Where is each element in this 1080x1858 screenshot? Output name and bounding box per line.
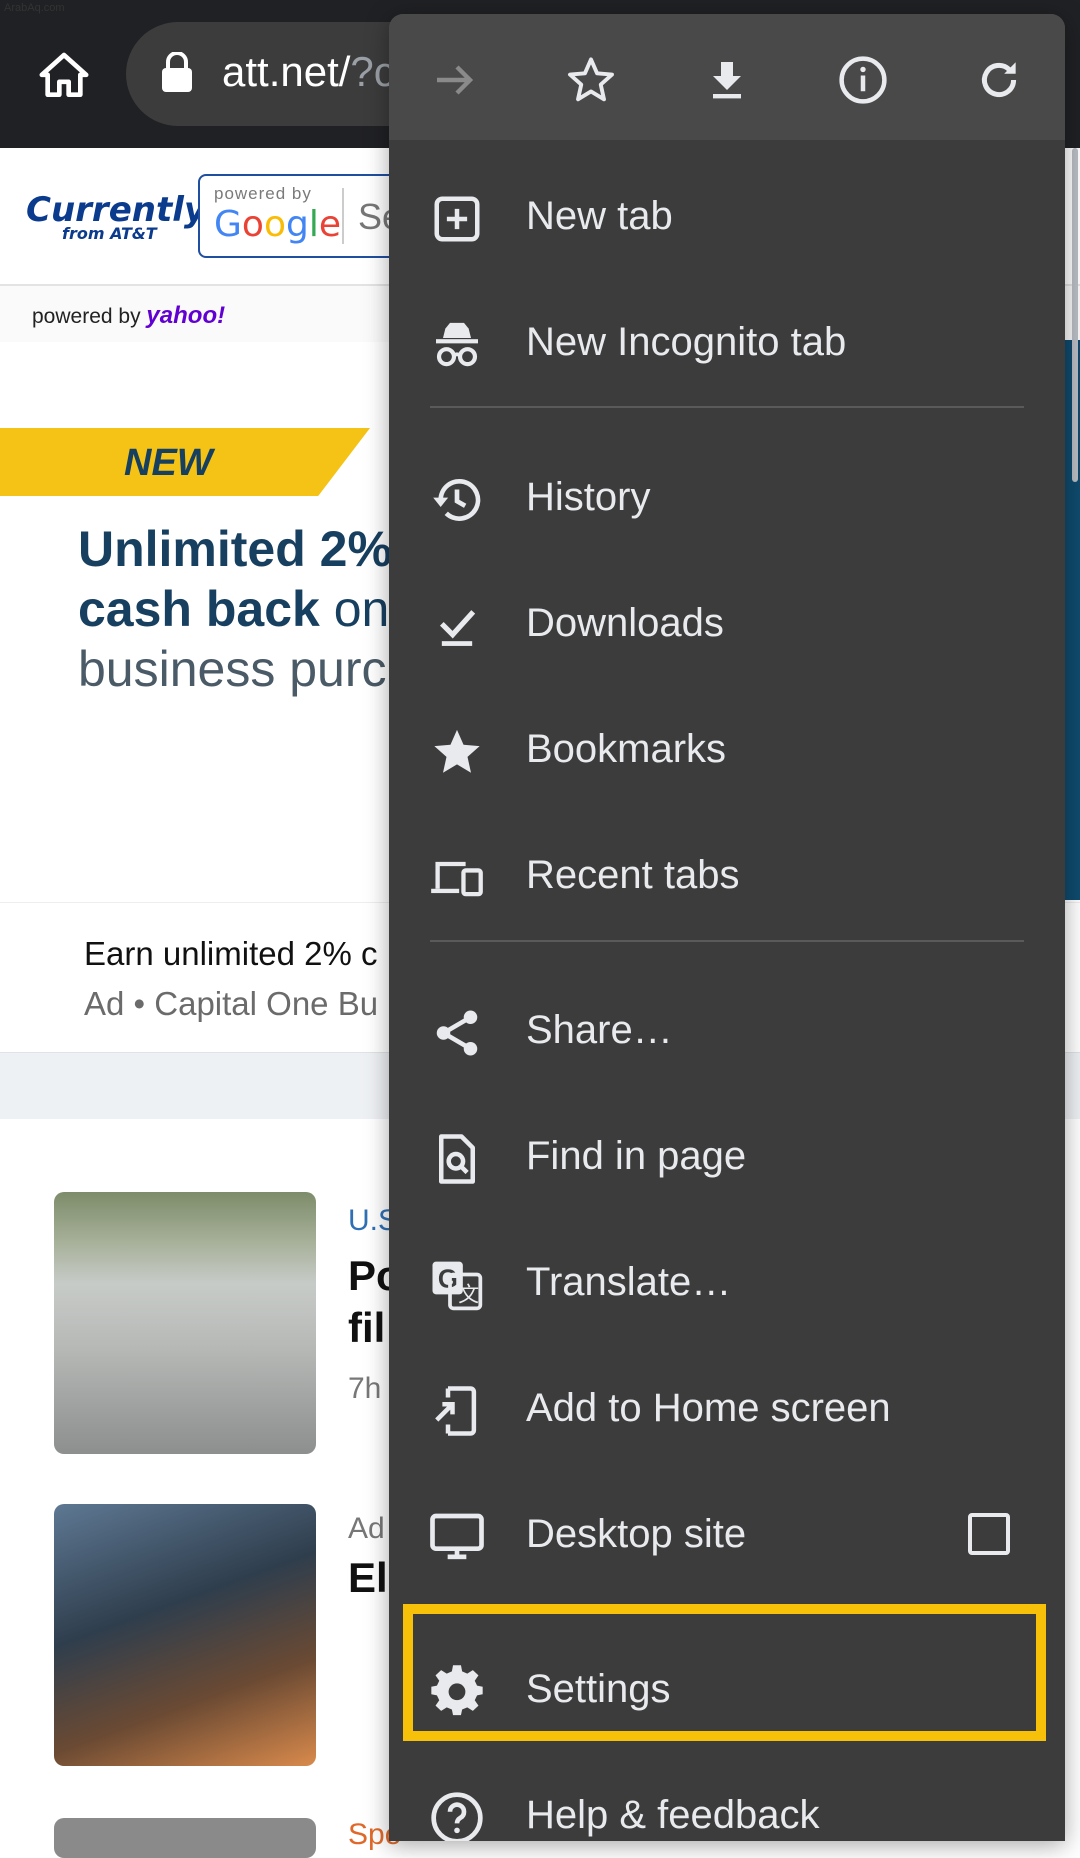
find-in-page-icon bbox=[439, 1134, 475, 1184]
currently-logo[interactable]: Currently from AT&T bbox=[26, 190, 206, 243]
url-text: att.net/?c bbox=[222, 48, 395, 96]
menu-item-label: New Incognito tab bbox=[526, 320, 847, 364]
desktop-site-checkbox[interactable] bbox=[968, 1513, 1010, 1555]
menu-item-new-tab[interactable]: New tab bbox=[389, 156, 1065, 282]
watermark: ArabAq.com bbox=[4, 2, 65, 14]
menu-item-downloads[interactable]: Downloads bbox=[389, 563, 1065, 689]
forward-icon bbox=[437, 65, 474, 95]
help-icon bbox=[431, 1792, 483, 1841]
menu-item-label: Bookmarks bbox=[526, 727, 727, 771]
menu-item-history[interactable]: History bbox=[389, 437, 1065, 563]
svg-text:文: 文 bbox=[458, 1282, 479, 1306]
yahoo-label: powered by bbox=[32, 305, 141, 328]
url-host: att.net/ bbox=[222, 48, 351, 95]
scrollbar[interactable] bbox=[1072, 148, 1078, 482]
menu-item-share[interactable]: Share… bbox=[389, 970, 1065, 1096]
refresh-button[interactable] bbox=[959, 40, 1039, 120]
page-info-button[interactable] bbox=[823, 40, 903, 120]
refresh-icon bbox=[981, 62, 1017, 98]
download-icon bbox=[713, 62, 741, 99]
ad-headline-1: Unlimited 2% bbox=[78, 521, 392, 577]
menu-item-label: Share… bbox=[526, 1008, 673, 1052]
search-divider bbox=[342, 188, 344, 244]
menu-divider bbox=[430, 406, 1024, 408]
google-logo: Google bbox=[214, 204, 341, 245]
ad-headline-2: cash back on bbox=[78, 580, 389, 638]
yahoo-logo: yahoo! bbox=[146, 302, 226, 329]
menu-item-label: History bbox=[526, 475, 651, 519]
menu-item-label: Downloads bbox=[526, 601, 724, 645]
home-icon bbox=[39, 52, 89, 97]
menu-item-recent-tabs[interactable]: Recent tabs bbox=[389, 815, 1065, 941]
incognito-icon bbox=[436, 322, 478, 367]
news-thumbnail[interactable] bbox=[54, 1818, 316, 1858]
ad-badge: NEW bbox=[124, 442, 213, 484]
menu-divider bbox=[430, 940, 1024, 942]
home-button[interactable] bbox=[28, 40, 100, 112]
menu-item-translate[interactable]: G文 Translate… bbox=[389, 1222, 1065, 1348]
menu-item-label: Desktop site bbox=[526, 1512, 747, 1556]
menu-item-label: Add to Home screen bbox=[526, 1386, 891, 1430]
news-thumbnail-headphones[interactable] bbox=[54, 1504, 316, 1766]
menu-item-desktop-site[interactable]: Desktop site bbox=[389, 1474, 1065, 1600]
new-tab-icon bbox=[434, 196, 480, 242]
lock-icon bbox=[162, 52, 192, 92]
menu-item-label: Recent tabs bbox=[526, 853, 740, 897]
history-icon bbox=[433, 479, 481, 521]
ad-headline-2-rest: on bbox=[319, 581, 390, 637]
bookmark-page-button[interactable] bbox=[551, 40, 631, 120]
news-title-line[interactable]: fil bbox=[348, 1304, 385, 1352]
bookmark-star-icon bbox=[434, 729, 480, 773]
share-icon bbox=[436, 1010, 478, 1056]
news-time: 7h bbox=[348, 1372, 382, 1405]
menu-item-help-feedback[interactable]: Help & feedback bbox=[389, 1755, 1065, 1841]
news-thumbnail-train[interactable] bbox=[54, 1192, 316, 1454]
ad-headline-2-bold: cash back bbox=[78, 581, 320, 637]
settings-highlight-box bbox=[403, 1604, 1046, 1741]
menu-item-label: Translate… bbox=[526, 1260, 732, 1304]
forward-button[interactable] bbox=[415, 40, 495, 120]
menu-toolbar bbox=[389, 14, 1065, 140]
download-page-button[interactable] bbox=[687, 40, 767, 120]
menu-item-incognito[interactable]: New Incognito tab bbox=[389, 282, 1065, 408]
downloads-check-icon bbox=[439, 610, 476, 646]
desktop-icon bbox=[430, 1513, 484, 1560]
menu-item-label: Help & feedback bbox=[526, 1793, 820, 1837]
star-icon bbox=[568, 57, 614, 102]
ad-sponsor: Ad • Capital One Bu bbox=[84, 985, 379, 1022]
devices-icon bbox=[431, 861, 483, 897]
powered-by-label: powered by bbox=[214, 184, 312, 203]
menu-item-add-to-home[interactable]: Add to Home screen bbox=[389, 1348, 1065, 1474]
overflow-menu: New tab New Incognito tab History Downlo… bbox=[389, 14, 1065, 1841]
menu-item-label: Find in page bbox=[526, 1134, 747, 1178]
info-icon bbox=[839, 56, 887, 104]
translate-icon: G文 bbox=[432, 1261, 483, 1311]
add-to-home-icon bbox=[435, 1386, 477, 1436]
yahoo-powered-by: powered by yahoo! bbox=[32, 302, 225, 330]
ad-headline-3: business purc bbox=[78, 641, 387, 697]
svg-text:G: G bbox=[438, 1265, 458, 1293]
menu-item-bookmarks[interactable]: Bookmarks bbox=[389, 689, 1065, 815]
menu-item-find-in-page[interactable]: Find in page bbox=[389, 1096, 1065, 1222]
news-category: Ad bbox=[348, 1512, 385, 1545]
ad-caption-title: Earn unlimited 2% c bbox=[84, 935, 378, 972]
menu-item-label: New tab bbox=[526, 194, 673, 238]
